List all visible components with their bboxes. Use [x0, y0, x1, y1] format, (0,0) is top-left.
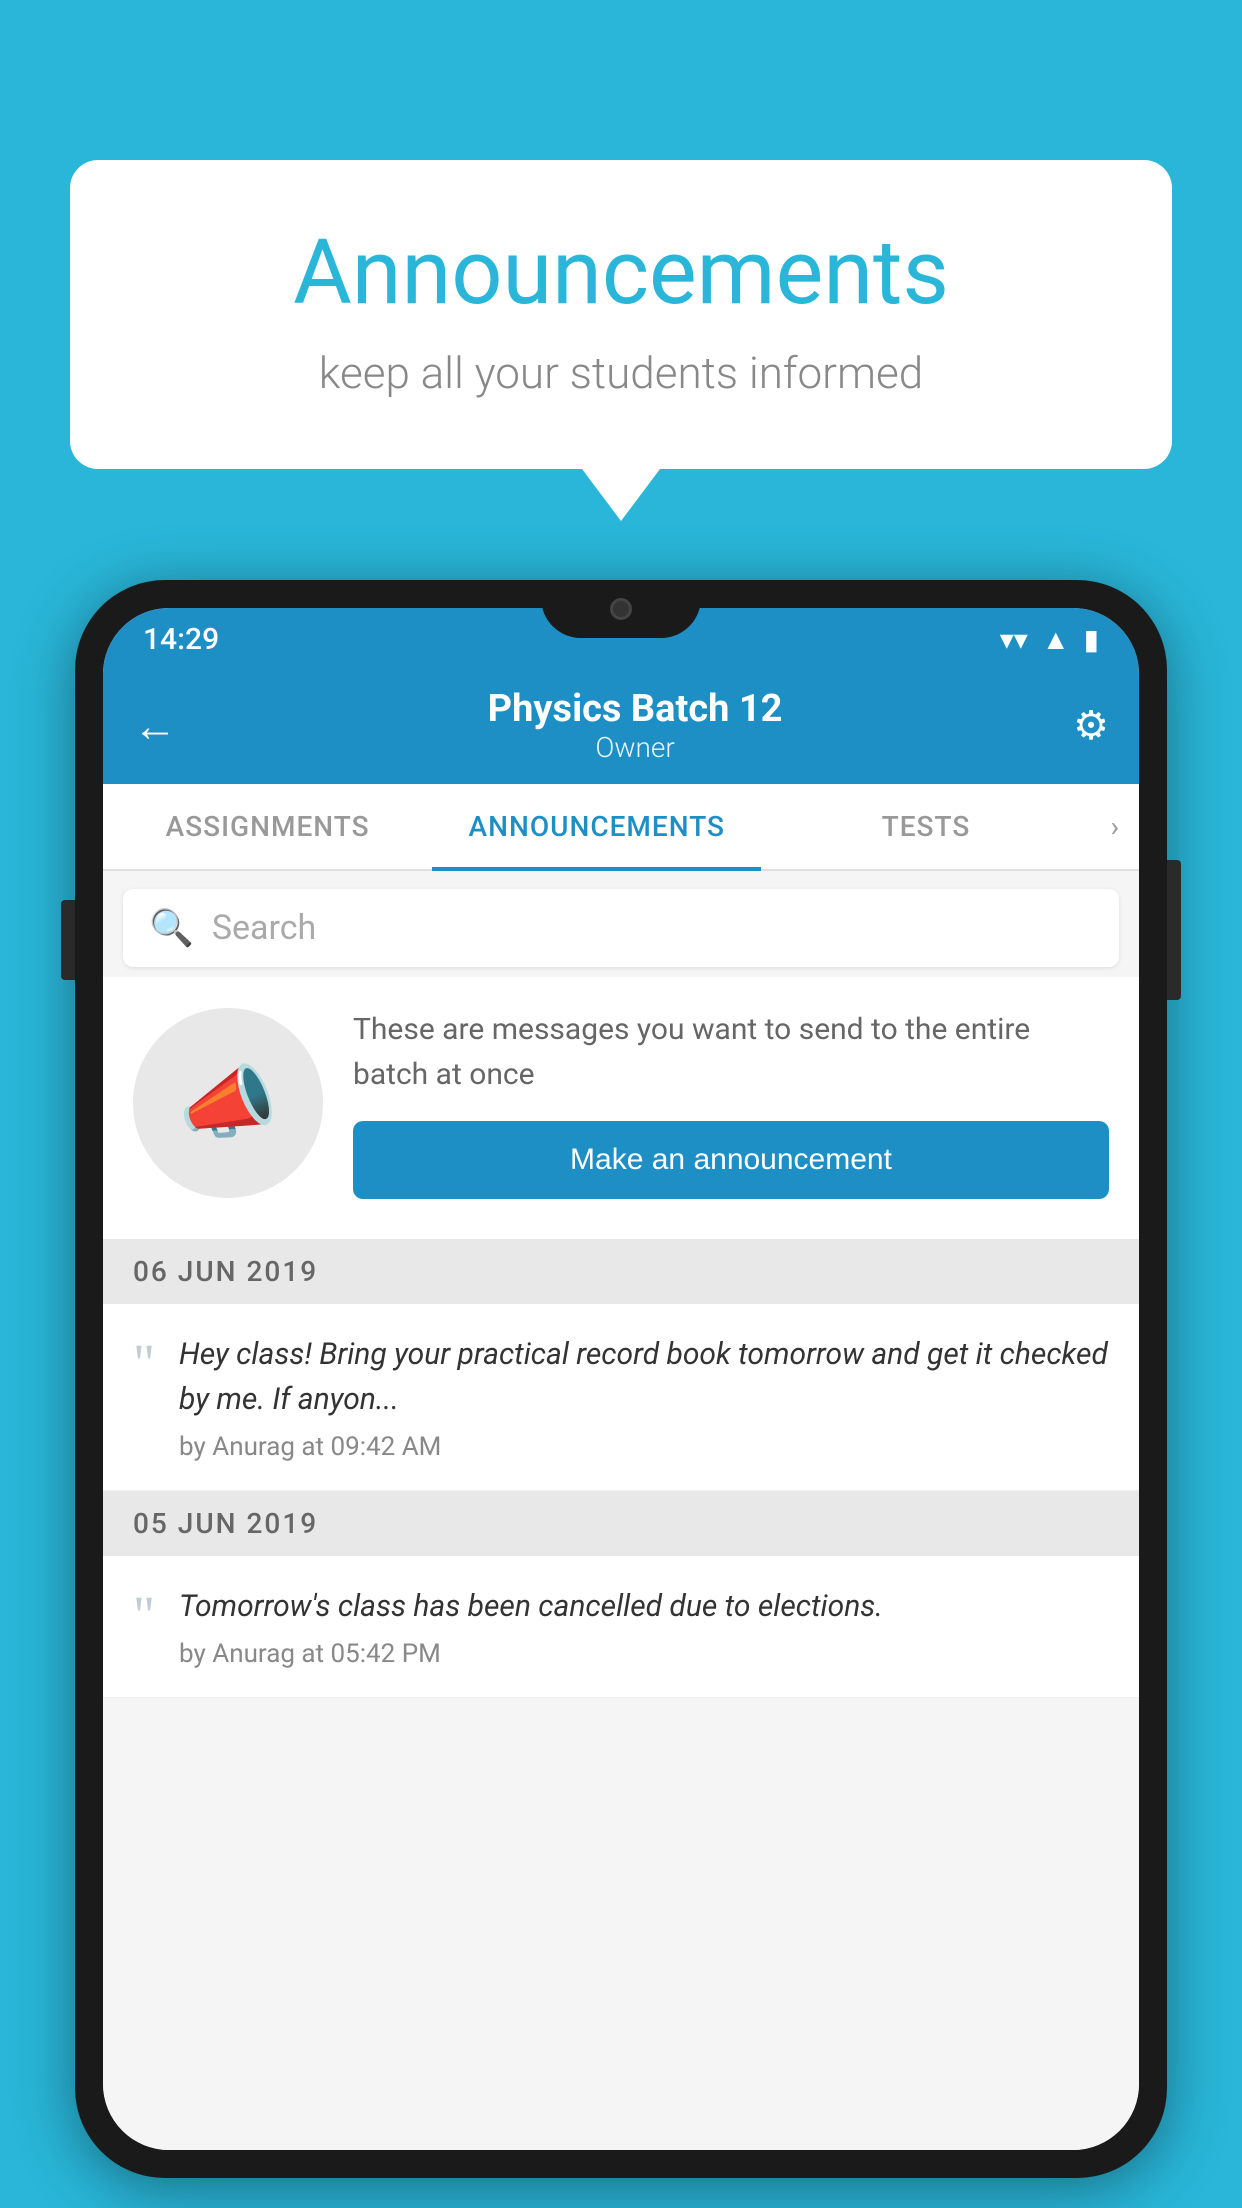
announcement-right: These are messages you want to send to t…: [353, 1007, 1109, 1199]
speech-bubble-container: Announcements keep all your students inf…: [70, 160, 1172, 469]
announcement-message-1: Hey class! Bring your practical record b…: [179, 1332, 1109, 1422]
tab-announcements[interactable]: ANNOUNCEMENTS: [432, 784, 761, 869]
wifi-icon: ▾▾: [1000, 623, 1028, 656]
battery-icon: ▮: [1084, 623, 1099, 656]
tab-assignments[interactable]: ASSIGNMENTS: [103, 784, 432, 869]
signal-icon: ▲: [1042, 623, 1070, 656]
date-separator-2: 05 JUN 2019: [103, 1491, 1139, 1556]
tab-tests[interactable]: TESTS: [761, 784, 1090, 869]
phone-wrapper: 14:29 ▾▾ ▲ ▮ ← Physics Batch 12 Owner ⚙ …: [75, 580, 1167, 2178]
camera: [610, 598, 632, 620]
quote-icon-1: ": [133, 1336, 155, 1390]
make-announcement-button[interactable]: Make an announcement: [353, 1121, 1109, 1199]
tabs-bar: ASSIGNMENTS ANNOUNCEMENTS TESTS ›: [103, 784, 1139, 871]
announcement-meta-2: by Anurag at 05:42 PM: [179, 1639, 1109, 1669]
announcement-icon-circle: 📣: [133, 1008, 323, 1198]
phone-screen: 14:29 ▾▾ ▲ ▮ ← Physics Batch 12 Owner ⚙ …: [103, 608, 1139, 2150]
app-bar-title-group: Physics Batch 12 Owner: [197, 687, 1073, 764]
speech-bubble: Announcements keep all your students inf…: [70, 160, 1172, 469]
content-area: 🔍 Search 📣 These are messages you want t…: [103, 871, 1139, 2150]
date-separator-1: 06 JUN 2019: [103, 1239, 1139, 1304]
search-bar[interactable]: 🔍 Search: [123, 889, 1119, 967]
notch: [541, 580, 701, 638]
status-icons: ▾▾ ▲ ▮: [1000, 623, 1099, 656]
announcement-description: These are messages you want to send to t…: [353, 1007, 1109, 1097]
app-bar: ← Physics Batch 12 Owner ⚙: [103, 667, 1139, 784]
announcement-message-2: Tomorrow's class has been cancelled due …: [179, 1584, 1109, 1629]
settings-button[interactable]: ⚙: [1073, 702, 1109, 749]
announcement-text-block-2: Tomorrow's class has been cancelled due …: [179, 1584, 1109, 1669]
search-icon: 🔍: [149, 907, 194, 949]
app-bar-title: Physics Batch 12: [197, 687, 1073, 731]
app-bar-subtitle: Owner: [197, 731, 1073, 764]
announcement-item-2: " Tomorrow's class has been cancelled du…: [103, 1556, 1139, 1698]
announcement-item-1: " Hey class! Bring your practical record…: [103, 1304, 1139, 1491]
back-button[interactable]: ←: [133, 704, 177, 748]
tab-more[interactable]: ›: [1091, 784, 1139, 869]
quote-icon-2: ": [133, 1588, 155, 1642]
bubble-subtitle: keep all your students informed: [150, 347, 1092, 399]
announcement-meta-1: by Anurag at 09:42 AM: [179, 1432, 1109, 1462]
bubble-title: Announcements: [150, 220, 1092, 325]
announcement-text-block-1: Hey class! Bring your practical record b…: [179, 1332, 1109, 1462]
megaphone-icon: 📣: [178, 1056, 278, 1150]
status-time: 14:29: [143, 622, 219, 657]
announcement-prompt: 📣 These are messages you want to send to…: [103, 977, 1139, 1239]
search-placeholder: Search: [212, 908, 316, 948]
phone-outer: 14:29 ▾▾ ▲ ▮ ← Physics Batch 12 Owner ⚙ …: [75, 580, 1167, 2178]
